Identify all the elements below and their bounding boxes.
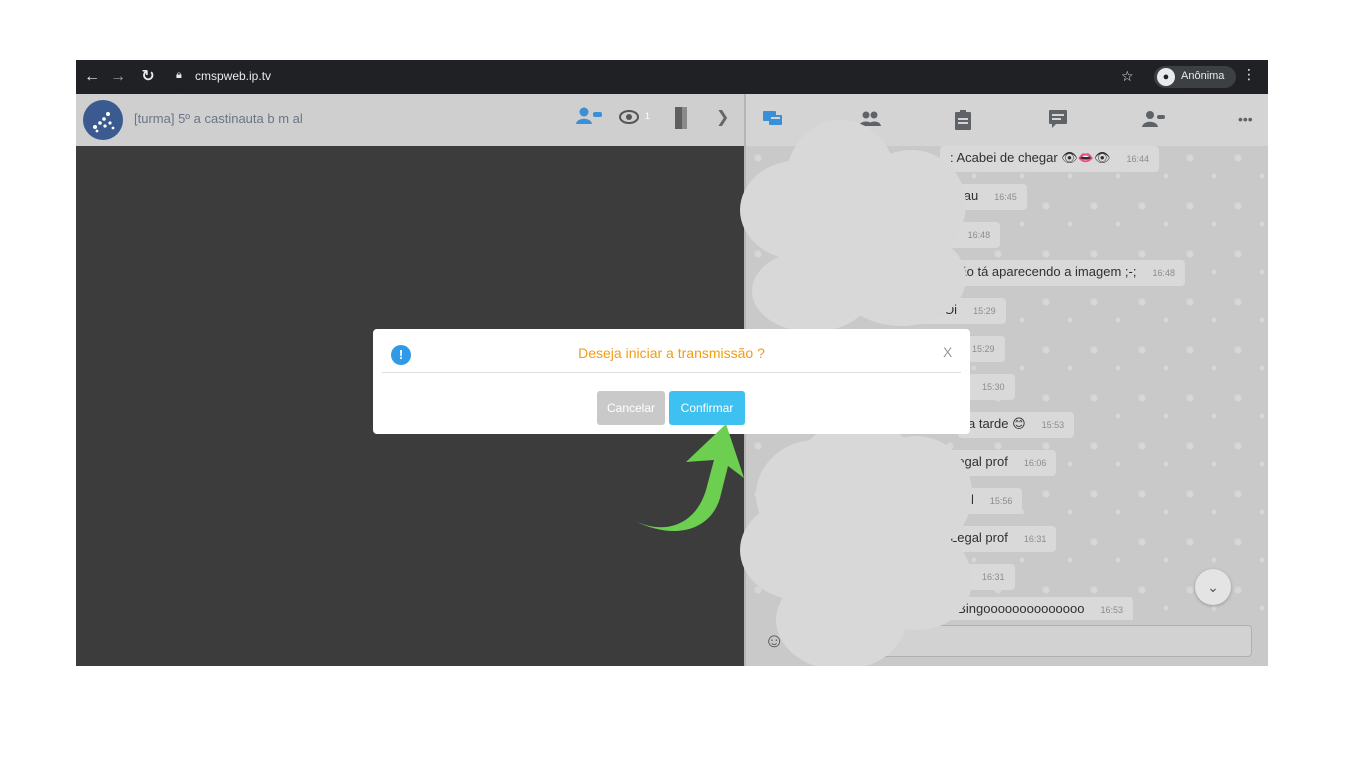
incognito-icon: ● [1157,68,1175,86]
lock-icon: 🔒︎ [176,69,182,81]
forward-arrow-icon[interactable]: → [108,67,128,87]
profile-label: Anônima [1181,70,1225,82]
scroll-down-button[interactable]: ⌄ [1195,569,1231,605]
chevron-right-icon[interactable]: ❯ [716,106,729,130]
star-icon[interactable]: ☆ [1121,68,1134,85]
redaction-blob [806,200,906,300]
annotation-arrow-icon [622,424,744,532]
browser-toolbar: ← → ↻ 🔒︎ cmspweb.ip.tv ☆ ● Anônima ⋮ [76,60,1268,94]
room-header: [turma] 5º a castinauta b m al 1 ❯ [76,94,744,146]
url-text[interactable]: cmspweb.ip.tv [195,69,271,83]
back-arrow-icon[interactable]: ← [82,67,102,87]
chat-message: Não tá aparecendo a imagem ;-; 16:48 [940,260,1185,286]
start-transmission-dialog: ! Deseja iniciar a transmissão ? X Cance… [373,329,970,434]
raise-hand-icon[interactable] [575,106,603,130]
exit-door-icon[interactable] [673,106,689,130]
incognito-profile-button[interactable]: ● Anônima [1154,66,1236,88]
constellation-icon [93,112,115,133]
kebab-menu-icon[interactable]: ⋮ [1242,66,1256,83]
room-avatar [83,100,123,140]
chat-tab-icon[interactable] [762,109,784,133]
message-tab-icon[interactable] [1048,109,1068,133]
dialog-divider [382,372,961,373]
eye-icon[interactable] [618,106,640,130]
clipboard-tab-icon[interactable] [954,109,972,135]
dialog-title: Deseja iniciar a transmissão ? [578,345,765,361]
close-icon[interactable]: X [943,344,952,360]
redaction-blob [806,500,906,600]
chat-message: a tarde 😊 15:53 [958,412,1075,438]
user-settings-tab-icon[interactable] [1142,109,1166,133]
address-bar[interactable]: 🔒︎ cmspweb.ip.tv [172,65,1202,89]
reload-icon[interactable]: ↻ [138,67,158,87]
room-title: [turma] 5º a castinauta b m al [134,111,303,126]
more-options-icon[interactable]: ••• [1238,109,1253,129]
screenshot-frame: ← → ↻ 🔒︎ cmspweb.ip.tv ☆ ● Anônima ⋮ [tu… [76,60,1268,666]
chat-message: : Acabei de chegar 👁👄👁 16:44 [940,146,1160,172]
chat-message: : Bingoooooooooooooo 16:53 [940,597,1133,620]
viewer-count: 1 [645,111,651,121]
